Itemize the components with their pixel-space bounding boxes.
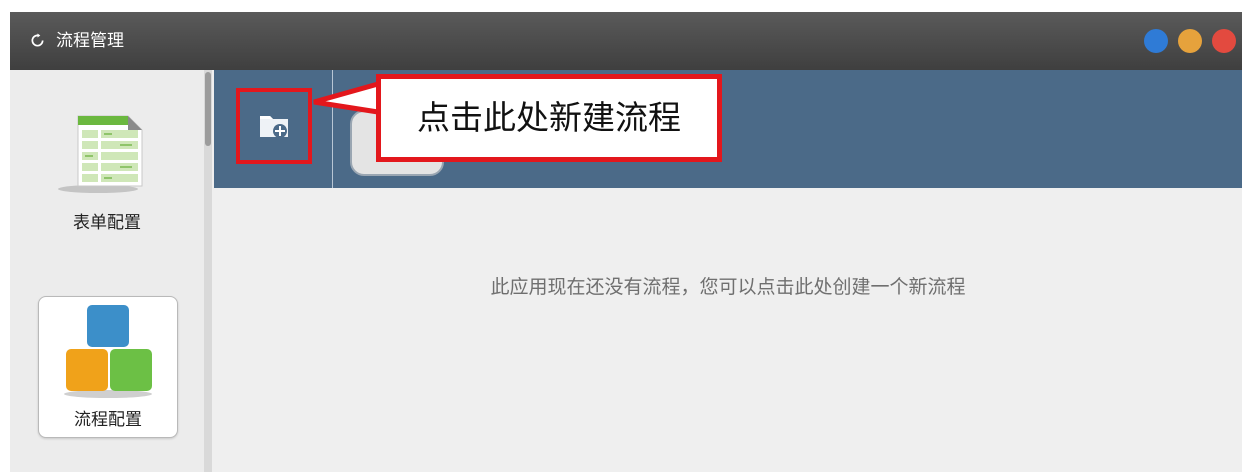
empty-state-message[interactable]: 此应用现在还没有流程，您可以点击此处创建一个新流程 [214, 272, 1242, 299]
sidebar-scrollbar[interactable] [204, 70, 212, 472]
new-process-button[interactable] [236, 88, 312, 164]
maximize-button[interactable] [1178, 29, 1202, 53]
window-title: 流程管理 [56, 31, 124, 51]
minimize-button[interactable] [1144, 29, 1168, 53]
toolbar: 点击此处新建流程 [214, 70, 1242, 188]
app-window: 流程管理 表单配置 流程配置 点击此处新建流程 此应用现在还没有流程，您可以点击… [10, 12, 1242, 472]
sidebar-item-form-config[interactable]: 表单配置 [38, 96, 176, 236]
main-content: 此应用现在还没有流程，您可以点击此处创建一个新流程 [214, 188, 1242, 472]
callout-text: 点击此处新建流程 [417, 98, 681, 137]
refresh-icon [31, 33, 44, 47]
sidebar: 表单配置 流程配置 [10, 70, 205, 472]
sidebar-item-process-config[interactable]: 流程配置 [38, 296, 178, 438]
form-table-icon [58, 115, 143, 193]
scrollbar-thumb[interactable] [205, 72, 211, 146]
close-button[interactable] [1212, 29, 1236, 53]
new-folder-plus-icon [260, 116, 288, 138]
sidebar-item-label: 流程配置 [74, 410, 142, 430]
sidebar-item-label: 表单配置 [73, 213, 141, 233]
title-bar: 流程管理 [10, 12, 1242, 70]
callout-pointer [313, 81, 379, 115]
callout-tooltip: 点击此处新建流程 [376, 74, 722, 162]
process-blocks-icon [64, 305, 152, 398]
